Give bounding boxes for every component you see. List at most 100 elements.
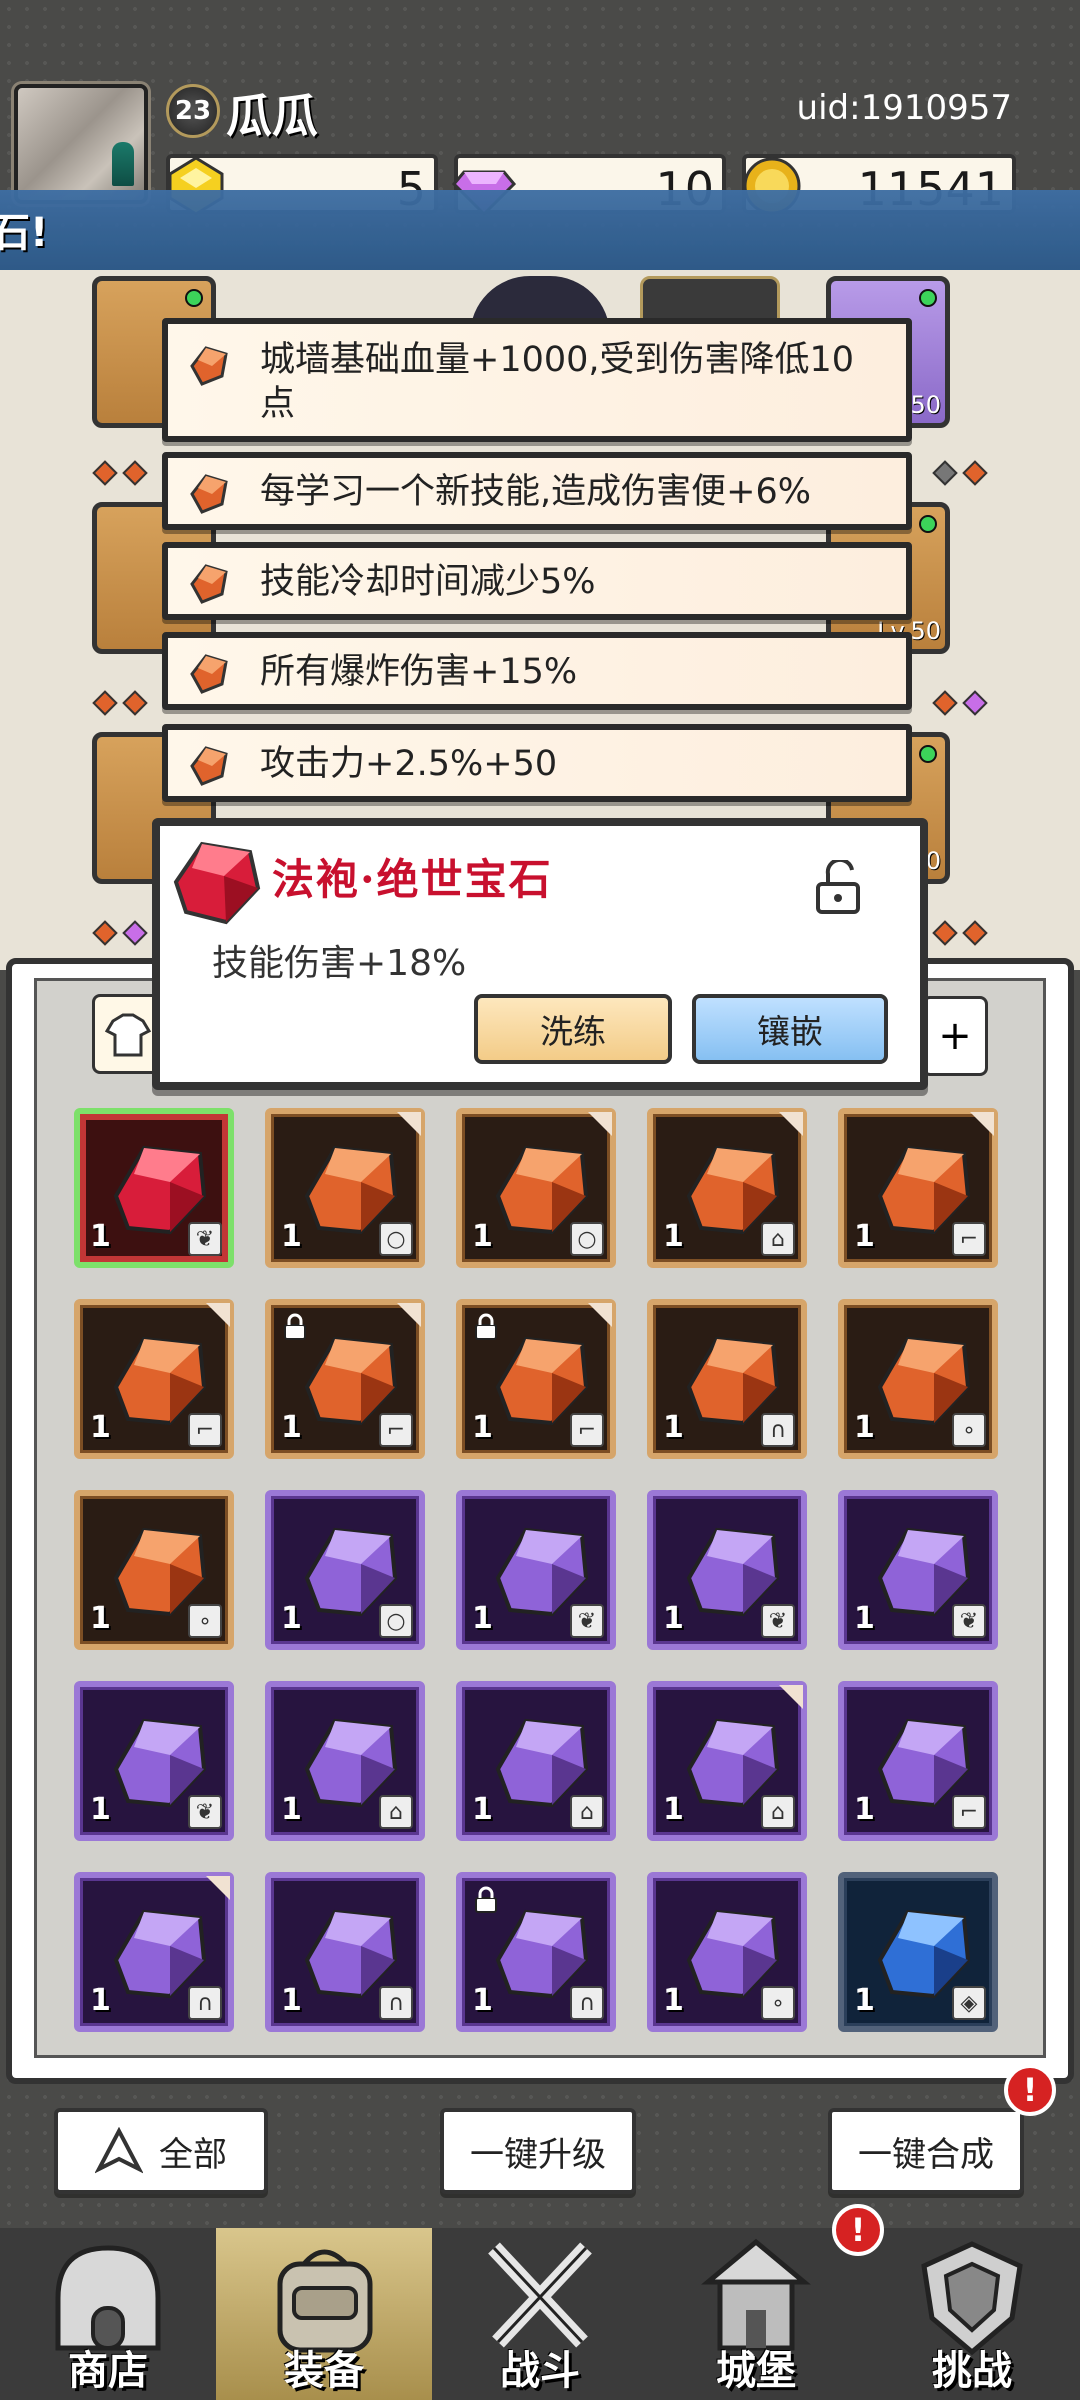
- buff-text: 城墙基础血量+1000,受到伤害降低10点: [260, 340, 855, 424]
- inventory-gem-slot[interactable]: 1 ❦: [838, 1490, 998, 1650]
- item-count: 1: [281, 1601, 302, 1636]
- player-uid: uid:1910957: [796, 88, 1012, 128]
- inventory-gem-slot[interactable]: 1 ∘: [838, 1299, 998, 1459]
- staff-type-icon: ⌐: [188, 1413, 222, 1447]
- necklace-type-icon: ∘: [761, 1986, 795, 2020]
- inventory-gem-slot[interactable]: 1 ⌐: [838, 1108, 998, 1268]
- inventory-gem-slot[interactable]: 1 ⌂: [647, 1108, 807, 1268]
- inventory-gem-slot[interactable]: 1 ○: [456, 1108, 616, 1268]
- buff-item: 每学习一个新技能,造成伤害便+6%: [162, 452, 912, 530]
- inventory-gem-slot[interactable]: 1 ⌐: [265, 1299, 425, 1459]
- shirt-icon: [105, 1013, 151, 1057]
- staff-type-icon: ⌐: [379, 1413, 413, 1447]
- shield-type-icon: ◈: [952, 1986, 986, 2020]
- inventory-gem-slot[interactable]: 1 ∘: [74, 1490, 234, 1650]
- item-count: 1: [90, 1410, 111, 1445]
- buff-text: 技能冷却时间减少5%: [260, 562, 596, 602]
- nav-castle[interactable]: 城堡 !: [648, 2204, 884, 2400]
- inventory-gem-slot[interactable]: 1 ∩: [74, 1872, 234, 2032]
- lock-icon: [284, 1313, 306, 1340]
- inventory-gem-slot[interactable]: 1 ◈: [838, 1872, 998, 2032]
- nav-shop-label: 商店: [68, 2347, 148, 2394]
- ring-type-icon: ○: [379, 1222, 413, 1256]
- inventory-gem-slot[interactable]: 1 ∘: [647, 1872, 807, 2032]
- buff-item: 所有爆炸伤害+15%: [162, 632, 912, 710]
- new-corner-marker: [588, 1303, 612, 1327]
- item-count: 1: [663, 1410, 684, 1445]
- nav-equipment[interactable]: 装备: [216, 2228, 432, 2400]
- inventory-gem-slot[interactable]: 1 ❦: [74, 1681, 234, 1841]
- staff-type-icon: ⌐: [952, 1795, 986, 1829]
- inventory-gem-slot[interactable]: 1 ⌐: [74, 1299, 234, 1459]
- item-count: 1: [90, 1601, 111, 1636]
- item-count: 1: [854, 1983, 875, 2018]
- popup-description: 技能伤害+18%: [212, 943, 467, 984]
- robe-type-icon: ❦: [761, 1604, 795, 1638]
- item-count: 1: [472, 1219, 493, 1254]
- nav-castle-label: 城堡: [716, 2347, 796, 2394]
- inventory-gem-slot[interactable]: 1 ∩: [265, 1872, 425, 2032]
- item-count: 1: [90, 1219, 111, 1254]
- new-corner-marker: [206, 1876, 230, 1900]
- ready-indicator: [919, 745, 937, 763]
- staff-type-icon: ⌐: [952, 1222, 986, 1256]
- filter-all-label: 全部: [159, 2134, 227, 2175]
- orange-gem-icon: [190, 746, 228, 786]
- tab-add[interactable]: +: [922, 996, 988, 1076]
- boot-type-icon: ⌂: [761, 1795, 795, 1829]
- nav-challenge[interactable]: 挑战: [864, 2228, 1080, 2400]
- hat-type-icon: ∩: [761, 1413, 795, 1447]
- inventory-gem-slot[interactable]: 1 ⌂: [456, 1681, 616, 1841]
- inlay-button[interactable]: 镶嵌: [692, 994, 888, 1064]
- red-gem-icon: [173, 841, 261, 925]
- unlock-icon[interactable]: [810, 860, 866, 916]
- inventory-gem-slot[interactable]: 1 ⌐: [838, 1681, 998, 1841]
- robe-type-icon: ❦: [188, 1222, 222, 1256]
- robe-type-icon: ❦: [570, 1604, 604, 1638]
- inventory-gem-slot[interactable]: 1 ❦: [647, 1490, 807, 1650]
- gem-detail-popup: 法袍·绝世宝石 技能伤害+18% 洗练 镶嵌: [152, 818, 928, 1090]
- nav-shop[interactable]: 商店: [0, 2228, 216, 2400]
- item-count: 1: [281, 1983, 302, 2018]
- inventory-gem-slot[interactable]: 1 ∩: [456, 1872, 616, 2032]
- lock-icon: [475, 1313, 497, 1340]
- merge-alert-badge: !: [1004, 2064, 1056, 2116]
- inventory-gem-slot[interactable]: 1 ○: [265, 1490, 425, 1650]
- hat-type-icon: ∩: [188, 1986, 222, 2020]
- inventory-gem-slot[interactable]: 1 ∩: [647, 1299, 807, 1459]
- new-corner-marker: [970, 1112, 994, 1136]
- merge-all-button[interactable]: 一键合成: [828, 2108, 1024, 2194]
- item-count: 1: [90, 1792, 111, 1827]
- orange-gem-icon: [190, 346, 228, 386]
- filter-all-button[interactable]: 全部: [54, 2108, 268, 2194]
- staff-type-icon: ⌐: [570, 1413, 604, 1447]
- item-count: 1: [472, 1792, 493, 1827]
- nav-equipment-label: 装备: [284, 2347, 364, 2394]
- inventory-gem-slot[interactable]: 1 ❦: [456, 1490, 616, 1650]
- inventory-gem-slot[interactable]: 1 ⌂: [265, 1681, 425, 1841]
- inventory-gem-slot[interactable]: 1 ⌐: [456, 1299, 616, 1459]
- new-corner-marker: [206, 1303, 230, 1327]
- inventory-gem-slot[interactable]: 1 ❦: [74, 1108, 234, 1268]
- item-count: 1: [854, 1792, 875, 1827]
- banner-text: 石!: [0, 210, 49, 256]
- inventory-gem-slot[interactable]: 1 ⌂: [647, 1681, 807, 1841]
- item-count: 1: [854, 1601, 875, 1636]
- item-count: 1: [281, 1410, 302, 1445]
- buff-text: 每学习一个新技能,造成伤害便+6%: [260, 472, 811, 512]
- player-avatar[interactable]: [14, 84, 148, 204]
- robe-type-icon: ❦: [188, 1795, 222, 1829]
- item-count: 1: [472, 1983, 493, 2018]
- inventory-gem-slot[interactable]: 1 ○: [265, 1108, 425, 1268]
- nav-battle[interactable]: 战斗: [432, 2228, 648, 2400]
- upgrade-all-button[interactable]: 一键升级: [440, 2108, 636, 2194]
- ready-indicator: [919, 289, 937, 307]
- ready-indicator: [185, 289, 203, 307]
- notification-banner: [0, 190, 1080, 276]
- hat-type-icon: ∩: [570, 1986, 604, 2020]
- refine-button[interactable]: 洗练: [474, 994, 672, 1064]
- orange-gem-icon: [190, 654, 228, 694]
- orange-gem-icon: [190, 474, 228, 514]
- new-corner-marker: [588, 1112, 612, 1136]
- item-count: 1: [663, 1219, 684, 1254]
